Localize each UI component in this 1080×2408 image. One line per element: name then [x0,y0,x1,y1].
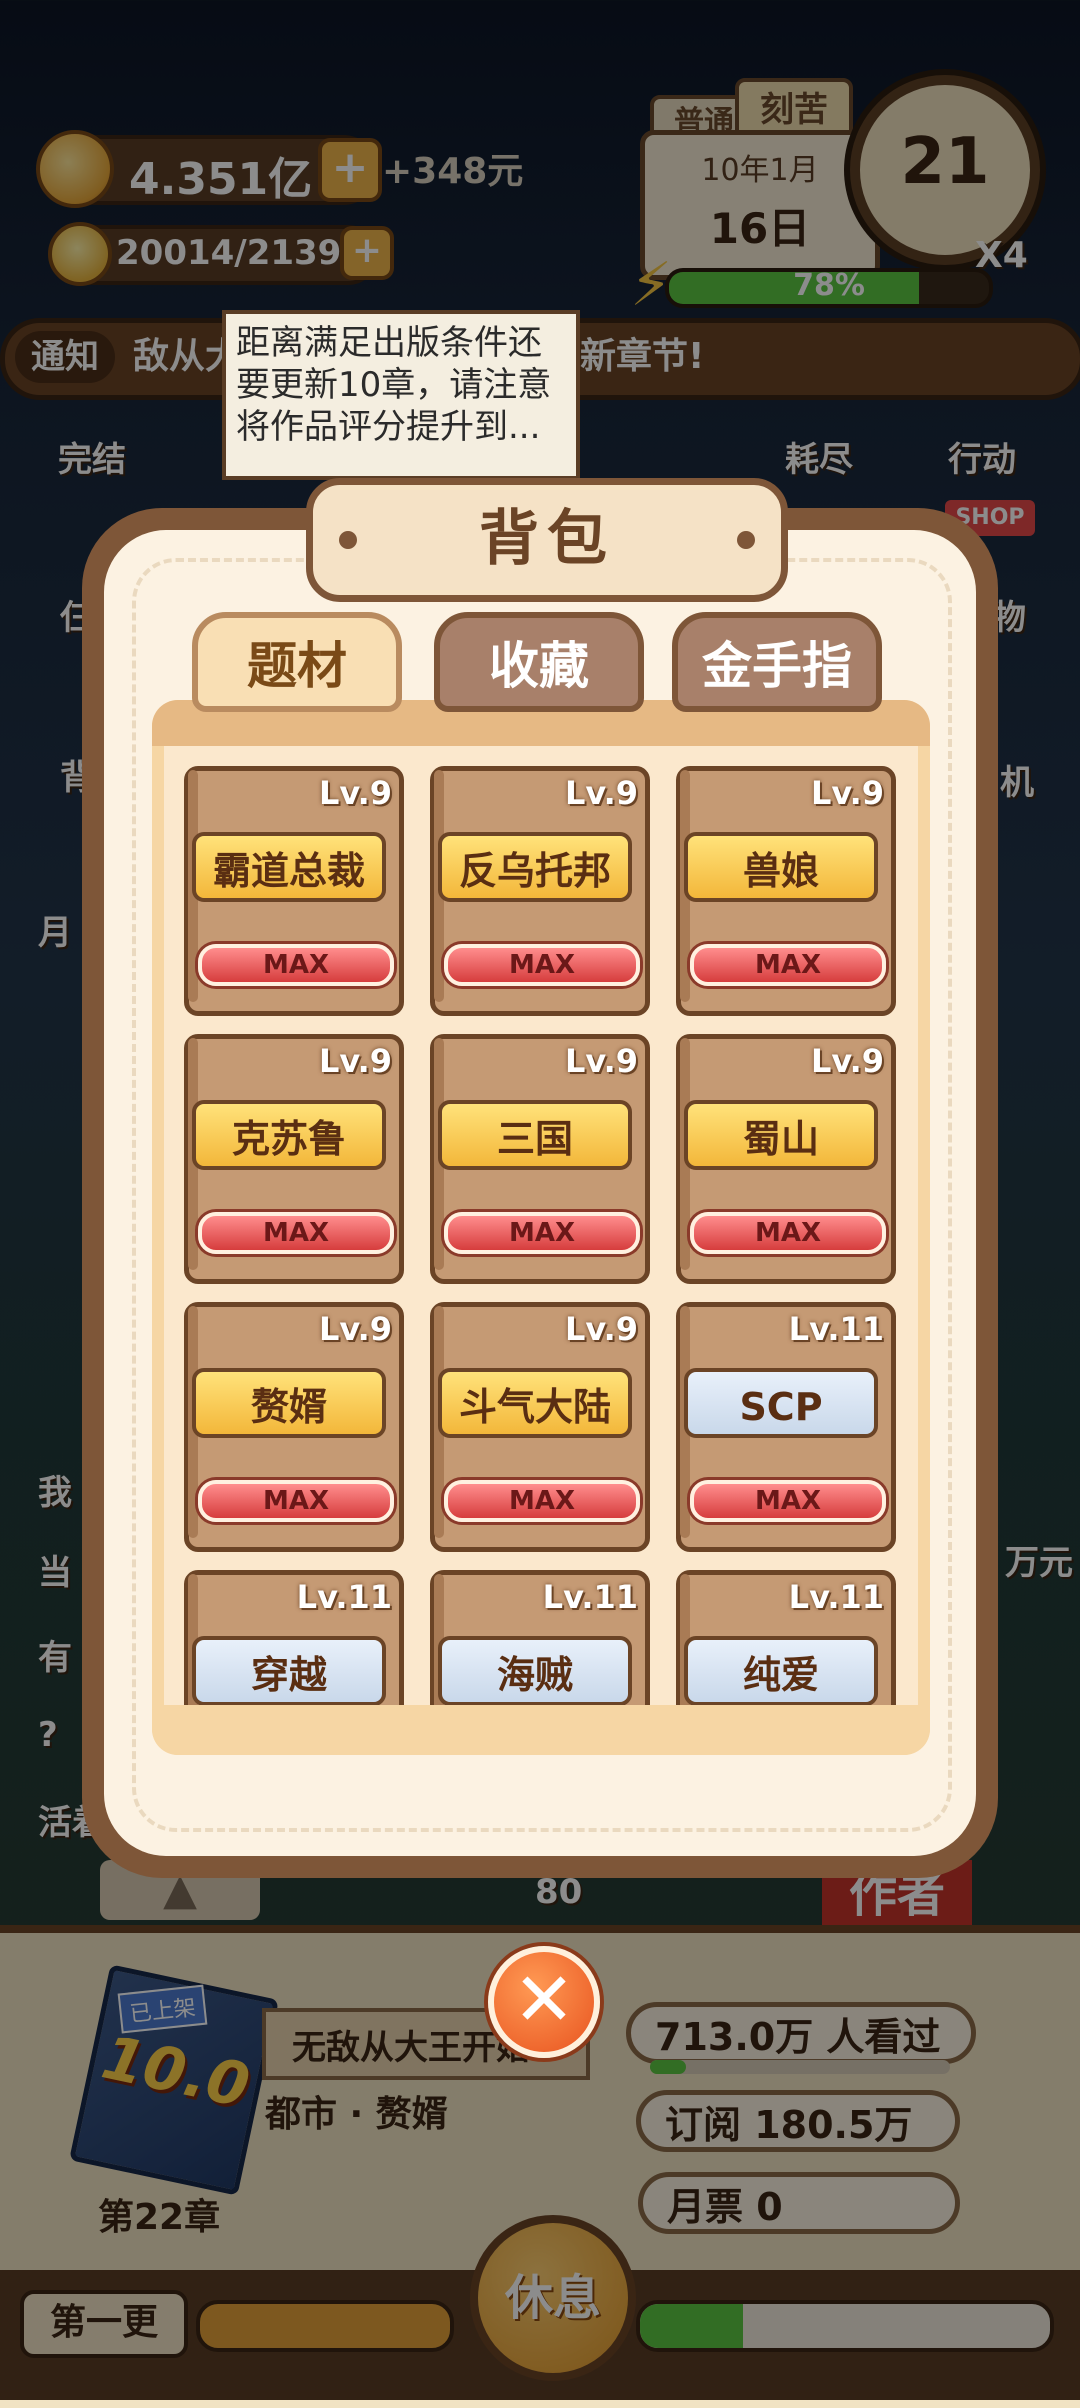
tab-collection[interactable]: 收藏 [434,612,644,712]
theme-item-card[interactable]: Lv.9 赘婿 MAX [184,1302,404,1552]
tab-golden-finger[interactable]: 金手指 [672,612,882,712]
item-level: Lv.9 [564,1042,638,1080]
rivet-icon [737,531,755,549]
theme-item-card[interactable]: Lv.11 穿越 [184,1570,404,1706]
item-level: Lv.11 [788,1578,884,1616]
theme-item-card[interactable]: Lv.9 蜀山 MAX [676,1034,896,1284]
tooltip-text: 距离满足出版条件还要更新10章，请注意将作品评分提升到... [236,323,552,447]
max-level-bar: MAX [198,1480,394,1522]
close-icon[interactable]: ✕ [488,1946,600,2058]
item-level: Lv.9 [810,1042,884,1080]
item-name: 兽娘 [684,832,878,902]
item-level: Lv.9 [810,774,884,812]
item-level: Lv.11 [788,1310,884,1348]
item-level: Lv.11 [296,1578,392,1616]
theme-item-card[interactable]: Lv.9 霸道总裁 MAX [184,766,404,1016]
theme-item-card[interactable]: Lv.9 反乌托邦 MAX [430,766,650,1016]
item-name: 反乌托邦 [438,832,632,902]
item-grid-scroll[interactable]: Lv.9 霸道总裁 MAX Lv.9 反乌托邦 MAX Lv.9 兽娘 MAX Lv.9 克苏鲁 MA… [164,746,918,1706]
theme-item-card[interactable]: Lv.11 纯爱 [676,1570,896,1706]
max-level-bar: MAX [690,1212,886,1254]
item-name: 纯爱 [684,1636,878,1706]
item-name: 蜀山 [684,1100,878,1170]
item-name: 三国 [438,1100,632,1170]
item-name: 赘婿 [192,1368,386,1438]
theme-item-card[interactable]: Lv.9 三国 MAX [430,1034,650,1284]
item-level: Lv.9 [564,1310,638,1348]
item-level: Lv.11 [542,1578,638,1616]
item-name: 斗气大陆 [438,1368,632,1438]
backpack-title: 背包 [479,504,615,574]
theme-item-card[interactable]: Lv.11 海贼 [430,1570,650,1706]
max-level-bar: MAX [444,1480,640,1522]
theme-item-card[interactable]: Lv.9 兽娘 MAX [676,766,896,1016]
max-level-bar: MAX [690,1480,886,1522]
item-name: SCP [684,1368,878,1438]
publish-tooltip: 距离满足出版条件还要更新10章，请注意将作品评分提升到... [222,310,580,480]
tab-themes[interactable]: 题材 [192,612,402,712]
max-level-bar: MAX [444,1212,640,1254]
grid-footer [152,1705,930,1755]
theme-item-card[interactable]: Lv.11 SCP MAX [676,1302,896,1552]
item-name: 穿越 [192,1636,386,1706]
max-level-bar: MAX [444,944,640,986]
item-name: 霸道总裁 [192,832,386,902]
backpack-title-plate: 背包 [306,478,788,602]
max-level-bar: MAX [198,944,394,986]
max-level-bar: MAX [690,944,886,986]
item-level: Lv.9 [564,774,638,812]
item-level: Lv.9 [318,1310,392,1348]
item-name: 海贼 [438,1636,632,1706]
rivet-icon [339,531,357,549]
max-level-bar: MAX [198,1212,394,1254]
item-name: 克苏鲁 [192,1100,386,1170]
item-level: Lv.9 [318,1042,392,1080]
item-grid[interactable]: Lv.9 霸道总裁 MAX Lv.9 反乌托邦 MAX Lv.9 兽娘 MAX Lv.9 克苏鲁 MA… [152,700,930,1755]
item-level: Lv.9 [318,774,392,812]
theme-item-card[interactable]: Lv.9 克苏鲁 MAX [184,1034,404,1284]
theme-item-card[interactable]: Lv.9 斗气大陆 MAX [430,1302,650,1552]
